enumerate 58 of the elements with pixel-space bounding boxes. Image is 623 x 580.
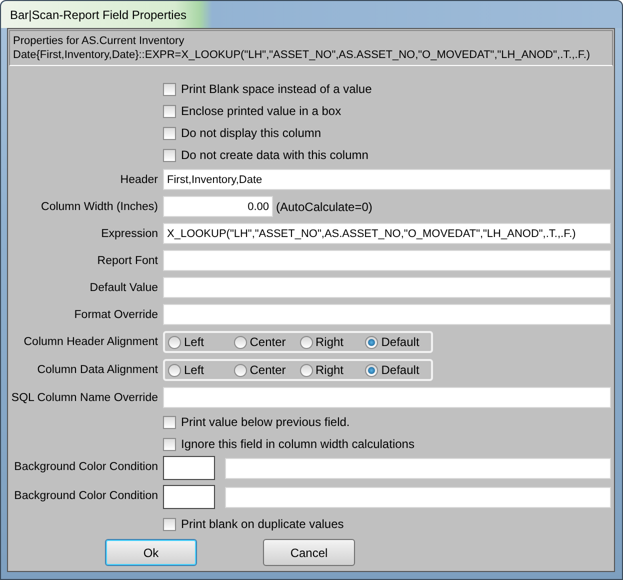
radio-label: Left — [184, 363, 204, 377]
field-label: Column Width (Inches) — [40, 200, 158, 213]
text-field[interactable]: First,Inventory,Date — [163, 169, 611, 190]
radio-label: Right — [316, 363, 344, 377]
checkbox-label: Print Blank space instead of a value — [181, 82, 372, 96]
radio-label: Right — [316, 335, 344, 349]
radio-button[interactable] — [234, 364, 247, 376]
radio-label: Default — [381, 335, 420, 349]
checkbox-label: Do not create data with this column — [181, 148, 368, 162]
radio-label: Default — [381, 363, 420, 377]
text-field[interactable] — [163, 277, 611, 298]
field-label: SQL Column Name Override — [10, 391, 158, 404]
text-field[interactable] — [163, 250, 611, 271]
field-label: Report Font — [96, 254, 158, 267]
description-line: Properties for AS.Current Inventory — [13, 34, 186, 48]
checkbox[interactable] — [163, 438, 176, 450]
radio-button[interactable] — [168, 336, 181, 348]
color-swatch[interactable] — [163, 456, 215, 480]
checkbox[interactable] — [163, 126, 176, 140]
field-note: (AutoCalculate=0) — [276, 200, 372, 214]
radio-button[interactable] — [365, 336, 378, 348]
radio-label: Center — [250, 335, 286, 349]
radio-label: Left — [184, 335, 204, 349]
description-line: Date{First,Inventory,Date}::EXPR=X_LOOKUP("LH","ASSET_NO",AS.ASSET_NO,"O_MOVEDAT","LH_ANOD",.T.,.F.) — [13, 48, 592, 62]
radio-button[interactable] — [234, 336, 247, 348]
dialog-button[interactable]: Cancel — [263, 539, 355, 566]
color-swatch[interactable] — [163, 485, 215, 509]
field-label: Column Data Alignment — [36, 363, 158, 376]
text-field[interactable] — [163, 387, 611, 408]
checkbox-label: Print blank on duplicate values — [181, 517, 344, 531]
checkbox-label: Enclose printed value in a box — [181, 104, 342, 118]
checkbox[interactable] — [163, 82, 176, 96]
checkbox[interactable] — [163, 104, 176, 118]
field-label: Default Value — [88, 281, 158, 294]
radio-button[interactable] — [365, 364, 378, 376]
radio-label: Center — [250, 363, 286, 377]
radio-button[interactable] — [168, 364, 181, 376]
checkbox[interactable] — [163, 148, 176, 162]
field-label: Background Color Condition — [13, 489, 158, 502]
window-title: Bar|Scan-Report Field Properties — [10, 8, 187, 22]
checkbox[interactable] — [163, 518, 176, 530]
field-label: Background Color Condition — [13, 460, 158, 473]
field-label: Column Header Alignment — [22, 335, 158, 348]
number-field[interactable]: 0.00 — [163, 196, 273, 217]
dialog-button[interactable]: Ok — [105, 539, 197, 566]
checkbox-label: Do not display this column — [181, 126, 322, 140]
field-label: Format Override — [73, 308, 158, 321]
field-label: Header — [119, 173, 158, 186]
checkbox-label: Print value below previous field. — [181, 415, 350, 429]
text-field[interactable] — [163, 304, 611, 325]
text-field[interactable]: X_LOOKUP("LH","ASSET_NO",AS.ASSET_NO,"O_MOVEDAT","LH_ANOD",.T.,.F.) — [163, 223, 611, 244]
radio-button[interactable] — [300, 364, 312, 376]
checkbox[interactable] — [163, 416, 176, 428]
checkbox-label: Ignore this field in column width calculations — [181, 437, 414, 451]
condition-field[interactable] — [224, 486, 611, 508]
field-label: Expression — [100, 227, 158, 240]
condition-field[interactable] — [224, 458, 611, 478]
radio-button[interactable] — [300, 336, 312, 348]
